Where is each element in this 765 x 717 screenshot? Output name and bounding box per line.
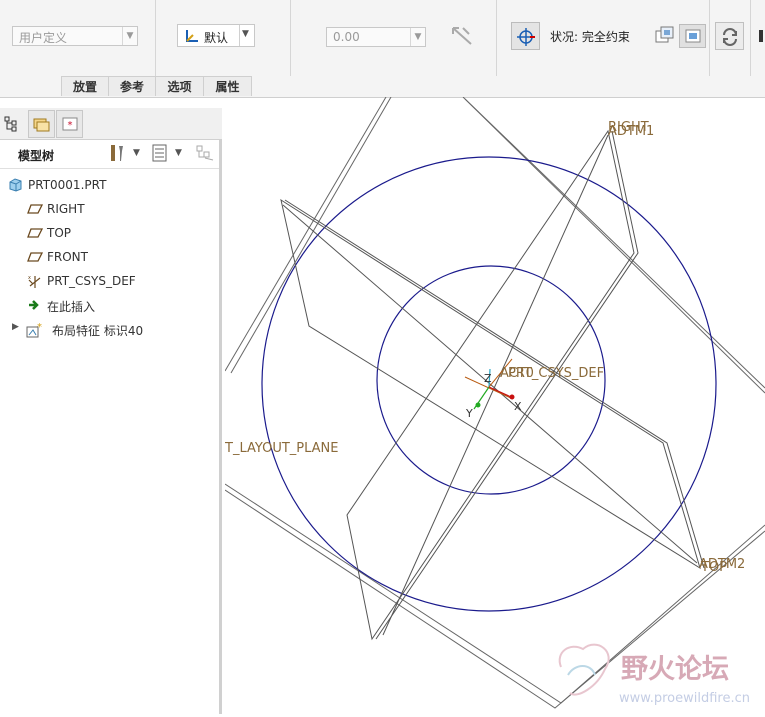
tree-item-label: PRT_CSYS_DEF [47, 274, 136, 288]
model-tree-title: 模型树 [18, 149, 55, 163]
label-top: TOP [700, 560, 727, 575]
datum-plane-icon [27, 226, 44, 242]
label-adtm1: ADTM1 [608, 124, 654, 139]
tree-item-label: TOP [47, 226, 72, 240]
value-field-text: 0.00 [333, 30, 360, 44]
tab-properties[interactable]: 属性 [203, 76, 252, 96]
verify-toggle-button[interactable] [679, 24, 706, 48]
tree-filter-icon[interactable] [195, 144, 215, 165]
insert-arrow-icon [27, 298, 43, 314]
navigator-panel: * 模型树 ▼ ▼ PRT0001.PRT RIGHT TOP FRONT x … [0, 108, 222, 714]
tab-options[interactable]: 选项 [155, 76, 204, 96]
axis-x-label: X [514, 400, 522, 413]
view-default-label: 默认 [204, 31, 229, 45]
pause-icon[interactable] [759, 30, 763, 42]
expand-arrow-icon[interactable]: ▶ [12, 322, 19, 332]
window-icon [685, 29, 701, 46]
axis-z-label: Z [484, 372, 492, 385]
tree-item-label: 布局特征 标识40 [52, 324, 144, 338]
folder-icon [33, 116, 51, 135]
tab-placement[interactable]: 放置 [61, 76, 109, 96]
label-act0: ACT0 [500, 366, 534, 381]
crosshair-icon [516, 27, 536, 50]
favorites-icon: * [62, 117, 78, 134]
flip-direction-icon[interactable] [449, 24, 475, 51]
viewport-canvas[interactable]: RIGHT ADTM1 PRT_CSYS_DEF ACT0 T_LAYOUT_P… [224, 96, 765, 714]
svg-text:x: x [28, 275, 31, 281]
tree-item-label: RIGHT [47, 202, 85, 216]
watermark-url: www.proewildfire.cn [619, 691, 750, 706]
datum-plane-icon [27, 250, 44, 266]
tree-item-label: FRONT [47, 250, 88, 264]
refresh-icon [721, 28, 739, 49]
chevron-down-icon[interactable]: ▼ [133, 148, 140, 158]
chevron-down-icon[interactable]: ▼ [175, 148, 182, 158]
chevron-down-icon: ▼ [410, 28, 425, 46]
filter-combo[interactable]: 用户定义 ▼ [12, 26, 138, 46]
preview-icon[interactable] [655, 26, 675, 47]
watermark-brand: 野火论坛 [621, 654, 729, 685]
view-default-button[interactable]: 默认 ▼ [177, 24, 255, 47]
watermark-logo [558, 643, 610, 696]
navigator-tabs: * [0, 108, 222, 140]
axis-y-label: Y [465, 407, 473, 420]
model-tree-tab-icon[interactable] [4, 116, 20, 135]
model-tree-header: 模型树 ▼ ▼ [0, 140, 219, 169]
tree-item-label: 在此插入 [47, 300, 96, 314]
tab-favorites[interactable]: * [56, 110, 83, 138]
layout-feature-icon: * [26, 322, 46, 338]
show-list-icon[interactable] [151, 144, 169, 165]
csys-orient-button[interactable] [511, 22, 540, 50]
label-layout-plane: T_LAYOUT_PLANE [225, 441, 339, 456]
regenerate-button[interactable] [715, 22, 744, 50]
chevron-down-icon: ▼ [122, 27, 137, 45]
svg-text:*: * [68, 120, 73, 131]
chevron-down-icon: ▼ [242, 29, 249, 39]
filter-combo-value: 用户定义 [19, 31, 68, 45]
tab-folder-browser[interactable] [28, 110, 55, 138]
datum-plane-outline [224, 96, 387, 372]
orientation-icon [184, 28, 200, 47]
datum-plane-icon [27, 202, 44, 218]
settings-tools-icon[interactable] [107, 143, 127, 166]
csys-icon: x [27, 274, 43, 290]
ribbon: 用户定义 ▼ 默认 ▼ 0.00 ▼ 状况: 完全约束 放置 参考 选项 属性 [0, 0, 765, 98]
tree-item-label: PRT0001.PRT [28, 178, 107, 192]
tab-references[interactable]: 参考 [108, 76, 156, 96]
status-text: 状况: 完全约束 [550, 30, 630, 44]
part-icon [8, 178, 24, 194]
graphics-window[interactable]: RIGHT ADTM1 PRT_CSYS_DEF ACT0 T_LAYOUT_P… [224, 96, 765, 714]
value-field[interactable]: 0.00 ▼ [326, 27, 426, 47]
svg-text:*: * [37, 322, 42, 333]
